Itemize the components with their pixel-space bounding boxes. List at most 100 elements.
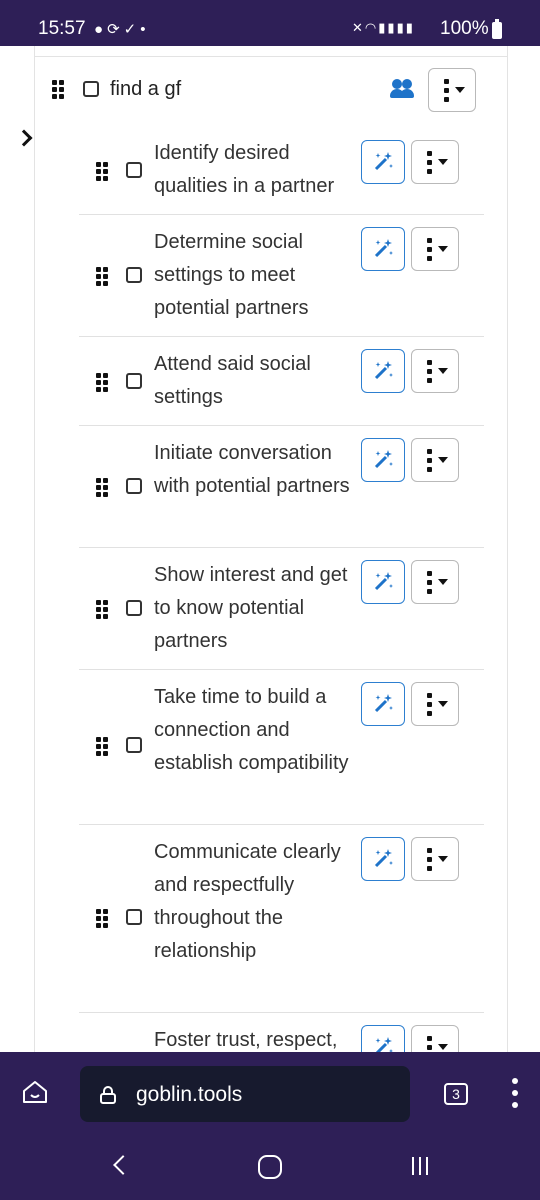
- subtask-row: Attend said social settings: [79, 337, 484, 426]
- sync-icon: ⟳: [107, 21, 124, 38]
- url-text[interactable]: goblin.tools: [136, 1083, 242, 1107]
- chevron-down-icon: [438, 579, 448, 585]
- subtask-checkbox[interactable]: [126, 737, 142, 753]
- magic-breakdown-button[interactable]: [361, 227, 405, 271]
- root-task-menu-button[interactable]: [428, 68, 476, 112]
- chevron-down-icon: [438, 457, 448, 463]
- subtask-row: Identify desired qualities in a partner: [79, 126, 484, 215]
- subtask-text[interactable]: Attend said social settings: [154, 348, 359, 414]
- subtask-menu-button[interactable]: [411, 140, 459, 184]
- magic-breakdown-button[interactable]: [361, 837, 405, 881]
- subtask-menu-button[interactable]: [411, 837, 459, 881]
- dot-icon: •: [140, 21, 150, 38]
- subtask-text[interactable]: Show interest and get to know potential …: [154, 559, 359, 658]
- drag-handle-icon[interactable]: [52, 80, 64, 99]
- drag-handle-icon[interactable]: [96, 600, 108, 619]
- subtask-text[interactable]: Foster trust, respect,: [154, 1024, 364, 1052]
- root-task-title[interactable]: find a gf: [110, 78, 181, 101]
- home-button-icon[interactable]: [258, 1155, 282, 1179]
- chat-icon: ●: [94, 21, 108, 38]
- more-vertical-icon: [427, 571, 432, 595]
- more-vertical-icon: [427, 693, 432, 717]
- magic-breakdown-button[interactable]: [361, 438, 405, 482]
- drag-handle-icon[interactable]: [96, 373, 108, 392]
- magic-wand-icon: [374, 152, 393, 171]
- subtask-menu-button[interactable]: [411, 227, 459, 271]
- magic-breakdown-button[interactable]: [361, 560, 405, 604]
- magic-wand-icon: [374, 694, 393, 713]
- magic-wand-icon: [374, 450, 393, 469]
- status-time: 15:57: [38, 18, 86, 39]
- subtask-text[interactable]: Communicate clearly and respectfully thr…: [154, 836, 359, 968]
- drag-handle-icon[interactable]: [96, 737, 108, 756]
- system-icons: ✕◠▮▮▮▮: [352, 20, 415, 36]
- divider: [34, 56, 508, 57]
- more-vertical-icon[interactable]: [512, 1078, 518, 1108]
- subtask-row: Show interest and get to know potential …: [79, 548, 484, 670]
- subtask-checkbox[interactable]: [126, 478, 142, 494]
- chevron-down-icon: [455, 87, 465, 93]
- drag-handle-icon[interactable]: [96, 267, 108, 286]
- chevron-down-icon: [438, 246, 448, 252]
- subtask-menu-button[interactable]: [411, 438, 459, 482]
- magic-breakdown-button[interactable]: [361, 1025, 405, 1052]
- magic-breakdown-button[interactable]: [361, 140, 405, 184]
- subtask-row: Initiate conversation with potential par…: [79, 426, 484, 548]
- subtask-checkbox[interactable]: [126, 373, 142, 389]
- root-task-checkbox[interactable]: [83, 81, 99, 97]
- drag-handle-icon[interactable]: [96, 478, 108, 497]
- system-nav-bar: [0, 1132, 540, 1200]
- subtask-row: Foster trust, respect,: [79, 1013, 484, 1052]
- root-task-row: find a gf: [0, 64, 540, 120]
- subtask-checkbox[interactable]: [126, 600, 142, 616]
- browser-toolbar: goblin.tools 3: [0, 1052, 540, 1132]
- chevron-down-icon: [438, 159, 448, 165]
- subtask-menu-button[interactable]: [411, 349, 459, 393]
- address-bar[interactable]: goblin.tools: [80, 1066, 410, 1122]
- more-vertical-icon: [427, 360, 432, 384]
- subtask-text[interactable]: Determine social settings to meet potent…: [154, 226, 359, 325]
- magic-wand-icon: [374, 572, 393, 591]
- signal-icon: ▮▮: [396, 20, 415, 35]
- magic-breakdown-button[interactable]: [361, 349, 405, 393]
- magic-breakdown-button[interactable]: [361, 682, 405, 726]
- subtask-checkbox[interactable]: [126, 909, 142, 925]
- subtask-row: Take time to build a connection and esta…: [79, 670, 484, 825]
- subtask-menu-button[interactable]: [411, 1025, 459, 1052]
- chevron-down-icon: [438, 368, 448, 374]
- drag-handle-icon[interactable]: [96, 909, 108, 928]
- collapse-chevron-icon[interactable]: [15, 129, 33, 147]
- subtask-menu-button[interactable]: [411, 682, 459, 726]
- home-icon[interactable]: [22, 1080, 48, 1104]
- subtask-text[interactable]: Take time to build a connection and esta…: [154, 681, 359, 780]
- subtask-text[interactable]: Initiate conversation with potential par…: [154, 437, 359, 503]
- lock-icon: [100, 1086, 116, 1104]
- magic-wand-icon: [374, 239, 393, 258]
- recent-apps-icon[interactable]: [412, 1157, 430, 1175]
- task-list-view: find a gf Identify desired qualities in …: [0, 46, 540, 1052]
- more-vertical-icon: [444, 79, 449, 103]
- divider: [34, 46, 35, 1052]
- magic-wand-icon: [374, 849, 393, 868]
- more-vertical-icon: [427, 238, 432, 262]
- subtask-menu-button[interactable]: [411, 560, 459, 604]
- tab-switcher-button[interactable]: 3: [444, 1083, 468, 1105]
- more-vertical-icon: [427, 151, 432, 175]
- back-icon[interactable]: [113, 1155, 133, 1175]
- signal-icon: ▮▮: [378, 20, 397, 35]
- subtask-text[interactable]: Identify desired qualities in a partner: [154, 137, 359, 203]
- mute-icon: ✕: [352, 20, 365, 35]
- wifi-icon: ◠: [364, 20, 379, 35]
- magic-wand-icon: [374, 361, 393, 380]
- chevron-down-icon: [438, 701, 448, 707]
- battery-level: 100%: [440, 18, 489, 39]
- magic-wand-icon: [375, 1037, 393, 1052]
- more-vertical-icon: [427, 449, 432, 473]
- download-icon: ✓: [123, 21, 141, 38]
- subtask-checkbox[interactable]: [126, 267, 142, 283]
- subtask-checkbox[interactable]: [126, 162, 142, 178]
- more-vertical-icon: [427, 848, 432, 872]
- people-icon[interactable]: [390, 78, 416, 100]
- notification-icons: ●⟳✓•: [94, 20, 149, 38]
- drag-handle-icon[interactable]: [96, 162, 108, 181]
